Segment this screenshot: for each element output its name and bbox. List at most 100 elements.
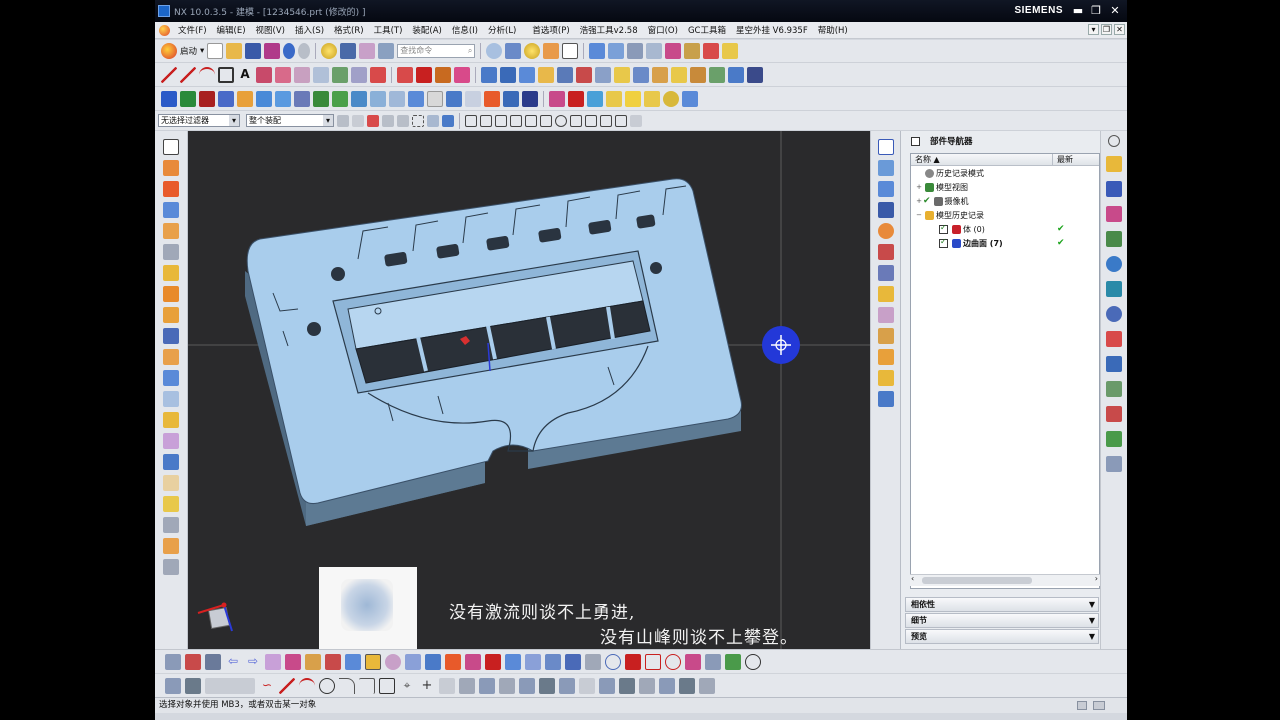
part-navigator-icon[interactable] xyxy=(1106,206,1122,222)
tree-row-model-history[interactable]: − 模型历史记录 xyxy=(911,208,1099,222)
navigator-pin-checkbox[interactable] xyxy=(911,136,920,146)
sketch-name-field[interactable] xyxy=(205,677,255,694)
bounded-plane-icon[interactable] xyxy=(877,370,894,386)
touch-mode-icon[interactable] xyxy=(378,43,395,59)
mold-plate-model[interactable] xyxy=(188,131,870,649)
sketch-circle-icon[interactable] xyxy=(319,677,335,694)
save-icon[interactable] xyxy=(245,43,262,59)
split-curve-icon[interactable] xyxy=(435,66,451,83)
tree-expander[interactable]: + xyxy=(915,183,923,191)
section-view-icon[interactable] xyxy=(485,653,501,670)
menu-assembly[interactable]: 装配(A) xyxy=(407,24,446,36)
command-search-input[interactable]: 查找命令 ⌕ xyxy=(397,44,476,58)
tree-row-cameras[interactable]: + ✔ 摄像机 xyxy=(911,194,1099,208)
sketch-finish-icon[interactable] xyxy=(185,677,201,694)
replace-face-icon[interactable] xyxy=(709,66,725,83)
tree-row-history-mode[interactable]: 历史记录模式 xyxy=(911,166,1099,180)
analysis-face-icon[interactable] xyxy=(465,653,481,670)
datum-csys-icon[interactable] xyxy=(877,328,894,344)
feature-selection-icon[interactable] xyxy=(367,114,379,127)
menu-haoqiang-tools[interactable]: 浩强工具v2.58 xyxy=(575,24,643,36)
cam-icon[interactable] xyxy=(484,90,500,107)
view-fit-icon[interactable] xyxy=(585,653,601,670)
profile-icon[interactable]: ∽ xyxy=(259,678,275,694)
save-as-icon[interactable] xyxy=(264,43,281,59)
history-icon[interactable] xyxy=(1106,306,1122,322)
visibility-checkbox[interactable] xyxy=(939,237,948,248)
plugin-tool-6-icon[interactable] xyxy=(682,90,698,107)
groove-icon[interactable] xyxy=(163,349,179,365)
plugin-tool-3-icon[interactable] xyxy=(587,90,603,107)
split-body-icon[interactable] xyxy=(671,66,687,83)
tree-expander[interactable]: + xyxy=(915,197,923,205)
snap-tangent-icon[interactable] xyxy=(600,114,612,127)
curve-rule-icon[interactable] xyxy=(382,114,394,127)
tree-row-body[interactable]: 体 (0) ✔ xyxy=(911,222,1099,236)
check-icon[interactable] xyxy=(725,653,741,670)
sketch-icon[interactable] xyxy=(165,677,181,694)
select-body-icon[interactable] xyxy=(442,114,454,127)
thicken-icon[interactable] xyxy=(163,496,179,512)
sketch-pattern-icon[interactable] xyxy=(459,677,475,694)
roles-icon[interactable] xyxy=(1106,406,1122,422)
text-tool-icon[interactable]: A xyxy=(237,66,253,83)
rotate-icon[interactable] xyxy=(877,223,894,239)
start-icon[interactable] xyxy=(161,43,177,59)
constraint-icon[interactable] xyxy=(665,43,682,59)
system-materials-icon[interactable] xyxy=(1106,331,1122,347)
sew-icon[interactable] xyxy=(218,90,234,107)
sketch-auto-icon[interactable] xyxy=(599,677,615,694)
offset-surface-icon[interactable] xyxy=(877,349,894,365)
hd3d-tools-icon[interactable] xyxy=(1106,256,1122,272)
sketch-chamfer-icon[interactable] xyxy=(359,677,375,694)
zoom-icon[interactable] xyxy=(505,43,522,59)
point-set-icon[interactable] xyxy=(877,265,894,281)
sketch-icon[interactable] xyxy=(163,559,179,575)
doc-minimize-button[interactable]: ▾ xyxy=(1088,24,1099,35)
calculator-icon[interactable] xyxy=(644,90,660,107)
section-preview[interactable]: 预览 ▼ xyxy=(905,629,1099,644)
arc-icon[interactable] xyxy=(199,66,215,83)
arrow-left-icon[interactable]: ⇦ xyxy=(225,654,241,670)
pad-icon[interactable] xyxy=(163,307,179,323)
project-curve-icon[interactable] xyxy=(351,66,367,83)
move-component-icon[interactable] xyxy=(684,43,701,59)
surface-icon[interactable] xyxy=(256,90,272,107)
system-scenes-icon[interactable] xyxy=(1106,431,1122,447)
tree-row-edge-surface[interactable]: 边曲面 (7) ✔ xyxy=(911,236,1099,250)
view-zoom-icon[interactable] xyxy=(565,653,581,670)
mold-tools-icon[interactable] xyxy=(163,538,179,554)
view-pan-icon[interactable] xyxy=(545,653,561,670)
slot-icon[interactable] xyxy=(163,328,179,344)
tools-icon[interactable] xyxy=(877,391,894,407)
swept-surface-icon[interactable] xyxy=(877,181,894,197)
menu-gc-toolkit[interactable]: GC工具箱 xyxy=(683,24,731,36)
layer-icon[interactable] xyxy=(608,43,625,59)
sketch-rectangle-icon[interactable] xyxy=(379,677,395,694)
redo-icon[interactable] xyxy=(298,43,311,59)
extend-icon[interactable] xyxy=(313,66,329,83)
show-icon[interactable] xyxy=(345,653,361,670)
filter-reset-icon[interactable] xyxy=(337,114,349,127)
snap-on-curve-icon[interactable] xyxy=(615,114,627,127)
line-icon[interactable] xyxy=(161,66,177,83)
scroll-right-icon[interactable]: › xyxy=(1095,574,1098,583)
circle-tool-icon[interactable] xyxy=(605,653,621,670)
vector-icon[interactable] xyxy=(425,653,441,670)
palette-icon[interactable] xyxy=(1106,456,1122,472)
block-icon[interactable] xyxy=(163,160,179,176)
delete-face-icon[interactable] xyxy=(427,90,443,107)
trim-icon[interactable] xyxy=(294,66,310,83)
fillet-icon[interactable] xyxy=(256,66,272,83)
join-curve-icon[interactable] xyxy=(416,66,432,83)
selection-arrow-icon[interactable] xyxy=(589,43,606,59)
brush-icon[interactable] xyxy=(285,653,301,670)
snap-end-icon[interactable] xyxy=(480,114,492,127)
datum-plane-icon[interactable] xyxy=(877,286,894,302)
subtract-icon[interactable] xyxy=(557,66,573,83)
menu-xingkong-plugin[interactable]: 星空外挂 V6.935F xyxy=(731,24,813,36)
distance-icon[interactable] xyxy=(705,653,721,670)
deviation-icon[interactable] xyxy=(625,653,641,670)
ring-icon[interactable] xyxy=(745,653,761,670)
rib-icon[interactable] xyxy=(163,370,179,386)
